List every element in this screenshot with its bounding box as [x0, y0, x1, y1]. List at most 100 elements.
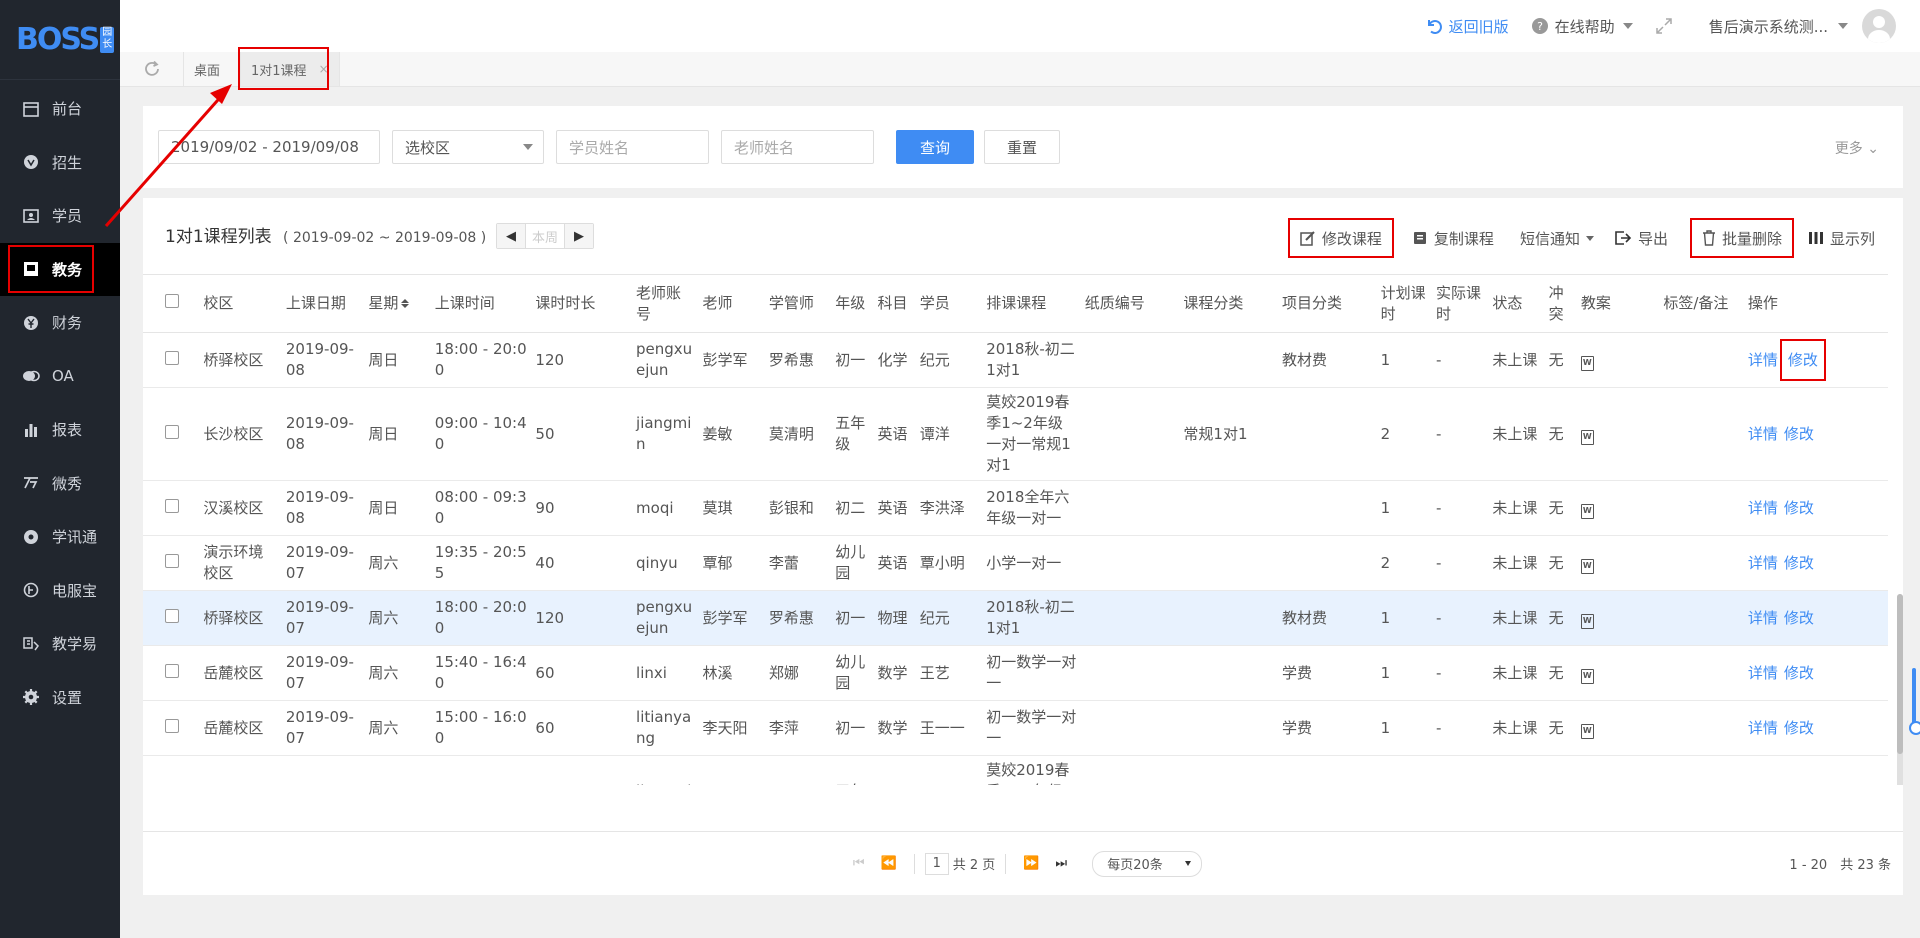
sidebar-item-11[interactable]: 教学易 — [0, 617, 120, 671]
select-all-checkbox[interactable] — [165, 294, 179, 308]
row-checkbox[interactable] — [165, 498, 179, 513]
table-row[interactable]: 桥驿校区 2019-09-07 周六 18:00 - 20:00 120 pengxuej… — [143, 590, 1888, 646]
sidebar-item-12[interactable]: 设置 — [0, 671, 120, 725]
date-cell: 2019-09-07 — [281, 535, 365, 591]
edit-link[interactable]: 修改 — [1784, 609, 1814, 627]
prev-page-button[interactable]: ⏪ — [874, 852, 904, 876]
online-help-menu[interactable]: ? 在线帮助 — [1531, 16, 1633, 37]
edit-course-button[interactable]: 修改课程 — [1287, 218, 1394, 258]
sidebar-item-label: 设置 — [52, 688, 83, 707]
refresh-button[interactable] — [120, 52, 184, 86]
planned-hours-cell: 1 — [1376, 645, 1432, 701]
table-row[interactable]: 汉溪校区 2019-09-08 周日 08:00 - 09:30 90 moqi 莫琪 彭银和… — [143, 480, 1888, 536]
sidebar-item-6[interactable]: OA — [0, 350, 120, 404]
word-document-icon[interactable]: W — [1580, 558, 1594, 574]
sort-icon[interactable] — [401, 299, 410, 308]
detail-link[interactable]: 详情 — [1748, 351, 1778, 369]
detail-link[interactable]: 详情 — [1748, 719, 1778, 737]
close-icon[interactable]: × — [319, 62, 329, 76]
back-old-version-link[interactable]: 返回旧版 — [1425, 16, 1509, 37]
next-week-button[interactable]: ▶ — [565, 224, 593, 248]
batch-delete-button[interactable]: 批量删除 — [1689, 218, 1794, 258]
sidebar-item-8[interactable]: 微秀 — [0, 457, 120, 511]
table-scrollbar[interactable] — [1897, 594, 1903, 785]
avatar[interactable] — [1862, 9, 1896, 43]
row-checkbox[interactable] — [165, 350, 179, 365]
duration-cell: 60 — [531, 645, 633, 701]
row-checkbox[interactable] — [165, 718, 179, 733]
edit-link[interactable]: 修改 — [1784, 554, 1814, 572]
show-columns-button[interactable]: 显示列 — [1798, 218, 1885, 258]
sidebar-item-10[interactable]: 电服宝 — [0, 564, 120, 618]
detail-link[interactable]: 详情 — [1748, 664, 1778, 682]
table-row[interactable]: 演示环境校区 2019-09-07 周六 19:35 - 20:55 40 qinyu 覃郁… — [143, 535, 1888, 591]
detail-link[interactable]: 详情 — [1748, 425, 1778, 443]
list-title: 1对1课程列表 ( 2019-09-02 ~ 2019-09-08 ) — [165, 222, 486, 247]
page-number-input[interactable]: 1 — [924, 852, 949, 875]
sidebar-item-2[interactable]: 招生 — [0, 136, 120, 190]
table-row[interactable]: 桥驿校区 2019-09-08 周日 18:00 - 20:00 120 pengxuej… — [143, 332, 1888, 388]
sidebar-item-5[interactable]: 财务 — [0, 296, 120, 350]
column-header: 标签/备注 — [1659, 274, 1744, 333]
edit-link[interactable]: 修改 — [1784, 664, 1814, 682]
sidebar-item-7[interactable]: 报表 — [0, 403, 120, 457]
sidebar-item-9[interactable]: 学讯通 — [0, 510, 120, 564]
detail-link[interactable]: 详情 — [1748, 499, 1778, 517]
campus-select[interactable]: 选校区 — [392, 130, 544, 164]
edit-link[interactable]: 修改 — [1779, 338, 1826, 381]
word-document-icon[interactable]: W — [1580, 613, 1594, 629]
paper-number-cell — [1080, 645, 1180, 701]
row-checkbox[interactable] — [165, 663, 179, 678]
word-document-icon[interactable]: W — [1580, 429, 1594, 445]
page-scroll-indicator[interactable] — [1909, 668, 1920, 735]
word-document-icon[interactable]: W — [1580, 668, 1594, 684]
edit-link[interactable]: 修改 — [1784, 719, 1814, 737]
pagination: ⏮ ⏪ 1 共 2 页 ⏩ ⏭ 每页20条 1 - 20 共 23 条 — [143, 831, 1903, 895]
reset-button[interactable]: 重置 — [984, 130, 1060, 164]
first-page-button[interactable]: ⏮ — [844, 852, 874, 876]
fullscreen-button[interactable] — [1655, 17, 1679, 35]
query-button[interactable]: 查询 — [896, 130, 974, 164]
course-table-wrap: 校区 上课日期 星期 上课时间 课时时长 老师账号 老师 学管师 年级 科目 学员 排课课程 纸质编号 课… — [143, 274, 1903, 785]
copy-course-button[interactable]: 复制课程 — [1402, 218, 1504, 258]
word-document-icon[interactable]: W — [1580, 355, 1594, 371]
column-header-label: 状态 — [1492, 294, 1523, 312]
table-row[interactable]: 长沙校区2019-09-07周六09:00 - 10:4050jiangmin姜… — [143, 755, 1888, 785]
row-checkbox[interactable] — [165, 553, 179, 568]
campus-cell: 岳麓校区 — [199, 645, 282, 701]
next-page-button[interactable]: ⏩ — [1016, 852, 1046, 876]
export-button[interactable]: 导出 — [1604, 218, 1678, 258]
column-header[interactable]: 星期 — [364, 274, 431, 333]
column-header-label: 年级 — [835, 294, 866, 312]
tab-1on1-course[interactable]: 1对1课程 × — [241, 52, 340, 86]
table-row[interactable]: 长沙校区 2019-09-08 周日 09:00 - 10:40 50 jiangmin 姜… — [143, 387, 1888, 481]
user-menu[interactable]: 售后演示系统测... — [1709, 9, 1896, 43]
student-name-input[interactable]: 学员姓名 — [556, 130, 709, 164]
edit-link[interactable]: 修改 — [1784, 425, 1814, 443]
word-document-icon[interactable]: W — [1580, 503, 1594, 519]
sms-notify-dropdown[interactable]: 短信通知 — [1510, 218, 1604, 258]
tab-desktop-label: 桌面 — [194, 63, 221, 79]
detail-link[interactable]: 详情 — [1748, 609, 1778, 627]
date-range-input[interactable]: 2019/09/02 - 2019/09/08 — [158, 130, 380, 164]
current-week-button[interactable]: 本周 — [525, 224, 565, 248]
table-row[interactable]: 岳麓校区 2019-09-07 周六 15:40 - 16:40 60 linxi 林溪 郑娜… — [143, 645, 1888, 701]
more-filters-toggle[interactable]: 更多 ⌄ — [1835, 138, 1879, 158]
column-header: 操作 — [1743, 274, 1888, 333]
teacher-name-input[interactable]: 老师姓名 — [721, 130, 874, 164]
sidebar-item-3[interactable]: 学员 — [0, 189, 120, 243]
sidebar-item-4[interactable]: 教务 — [0, 242, 120, 296]
tab-desktop[interactable]: 桌面 — [184, 52, 242, 86]
row-checkbox[interactable] — [165, 608, 179, 623]
table-row[interactable]: 岳麓校区 2019-09-07 周六 15:00 - 16:00 60 litianyan… — [143, 700, 1888, 756]
page-size-select[interactable]: 每页20条 — [1092, 850, 1203, 877]
campus-cell: 岳麓校区 — [199, 700, 282, 756]
conflict-cell: 无 — [1544, 590, 1577, 646]
sidebar-item-1[interactable]: 前台 — [0, 82, 120, 136]
edit-link[interactable]: 修改 — [1784, 499, 1814, 517]
prev-week-button[interactable]: ◀ — [497, 224, 525, 248]
last-page-button[interactable]: ⏭ — [1046, 852, 1076, 876]
detail-link[interactable]: 详情 — [1748, 554, 1778, 572]
row-checkbox[interactable] — [165, 424, 179, 439]
word-document-icon[interactable]: W — [1580, 723, 1594, 739]
